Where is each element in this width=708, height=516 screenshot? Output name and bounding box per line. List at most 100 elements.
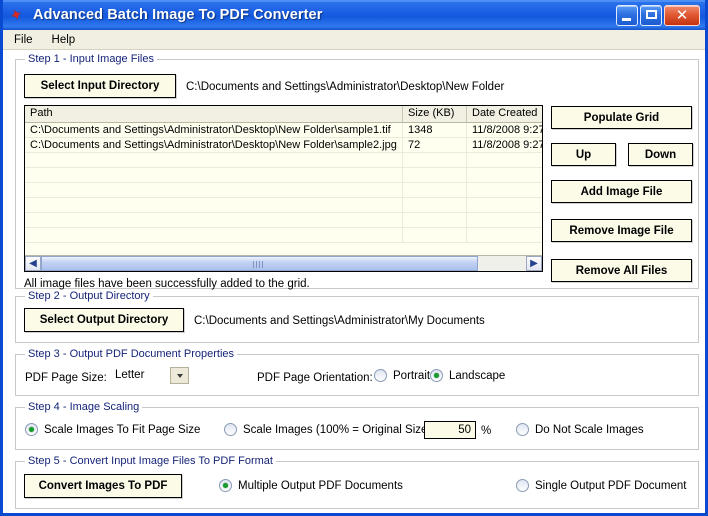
app-icon-glyph: ✦ [7,4,26,26]
minimize-button[interactable] [616,4,638,26]
cell-path [25,228,403,242]
cell-size [403,228,467,242]
radio-icon[interactable] [374,369,387,382]
scaling-radio-fit-page[interactable]: Scale Images To Fit Page Size [25,423,200,436]
down-button[interactable]: Down [628,143,693,166]
scroll-right-button[interactable]: ▶ [526,256,542,271]
scrollbar-thumb[interactable] [41,256,478,271]
cell-size [403,198,467,212]
table-row-empty[interactable] [25,168,542,183]
group-step2-legend: Step 2 - Output Directory [25,290,153,302]
input-directory-path: C:\Documents and Settings\Administrator\… [186,81,505,93]
cell-size [403,153,467,167]
table-row-empty[interactable] [25,228,542,243]
scrollbar-track[interactable] [41,256,526,271]
output-radio-multiple[interactable]: Multiple Output PDF Documents [219,479,403,492]
grid-header-path[interactable]: Path [25,106,403,122]
grid-header-size[interactable]: Size (KB) [403,106,467,122]
maximize-icon [646,9,657,19]
title-bar: ✦ Advanced Batch Image To PDF Converter … [3,0,705,30]
group-step1-legend: Step 1 - Input Image Files [25,53,157,65]
scaling-none-label: Do Not Scale Images [535,423,644,436]
status-message: All image files have been successfully a… [24,278,310,290]
orientation-portrait-label: Portrait [393,369,431,382]
page-size-combobox[interactable]: Letter [113,366,199,384]
select-output-directory-button[interactable]: Select Output Directory [24,308,184,332]
grid-body: C:\Documents and Settings\Administrator\… [25,123,542,243]
cell-date [467,183,542,197]
group-step3-legend: Step 3 - Output PDF Document Properties [25,348,238,360]
cell-date [467,153,542,167]
scaling-fit-page-label: Scale Images To Fit Page Size [44,423,201,436]
table-row-empty[interactable] [25,198,542,213]
scaling-radio-percent[interactable]: Scale Images (100% = Original Size) [224,423,431,436]
table-row-empty[interactable] [25,153,542,168]
grid-header-date[interactable]: Date Created [467,106,542,122]
output-directory-path: C:\Documents and Settings\Administrator\… [194,315,485,327]
group-step5-legend: Step 5 - Convert Input Image Files To PD… [25,455,276,467]
cell-date [467,228,542,242]
cell-path: C:\Documents and Settings\Administrator\… [25,138,403,152]
remove-all-files-button[interactable]: Remove All Files [551,259,692,282]
radio-icon[interactable] [430,369,443,382]
chevron-left-icon: ◀ [29,258,37,269]
group-step5: Step 5 - Convert Input Image Files To PD… [15,455,699,509]
cell-date: 11/8/2008 9:27 [472,124,543,136]
cell-size [403,213,467,227]
cell-date [467,198,542,212]
cell-path [25,198,403,212]
group-step3: Step 3 - Output PDF Document Properties … [15,348,699,396]
add-image-file-button[interactable]: Add Image File [551,180,692,203]
remove-image-file-button[interactable]: Remove Image File [551,219,692,242]
grid-horizontal-scrollbar[interactable]: ◀ ▶ [25,255,542,271]
input-files-grid[interactable]: Path Size (KB) Date Created C:\Documents… [24,105,543,272]
group-step1: Step 1 - Input Image Files Select Input … [15,53,699,290]
chevron-right-icon: ▶ [530,258,538,269]
select-input-directory-button[interactable]: Select Input Directory [24,74,176,98]
radio-icon[interactable] [224,423,237,436]
scroll-left-button[interactable]: ◀ [25,256,41,271]
convert-images-to-pdf-button[interactable]: Convert Images To PDF [24,474,182,498]
table-row-empty[interactable] [25,213,542,228]
cell-date [467,168,542,182]
page-size-value: Letter [115,369,145,381]
close-button[interactable]: ✕ [664,4,700,26]
grid-header-row: Path Size (KB) Date Created [25,106,542,123]
page-size-label: PDF Page Size: [25,372,107,384]
cell-path [25,168,403,182]
menu-item-help[interactable]: Help [50,32,84,48]
radio-icon[interactable] [516,479,529,492]
group-step4: Step 4 - Image Scaling Scale Images To F… [15,401,699,450]
table-row-empty[interactable] [25,183,542,198]
cell-path [25,183,403,197]
group-step2: Step 2 - Output Directory Select Output … [15,290,699,343]
cell-size: 1348 [403,123,467,137]
radio-icon[interactable] [219,479,232,492]
client-area: Step 1 - Input Image Files Select Input … [3,51,705,513]
table-row[interactable]: C:\Documents and Settings\Administrator\… [25,138,542,153]
up-button[interactable]: Up [551,143,616,166]
radio-icon[interactable] [25,423,38,436]
orientation-radio-landscape[interactable]: Landscape [430,369,505,382]
window-controls: ✕ [616,4,702,26]
cell-path [25,153,403,167]
table-row[interactable]: C:\Documents and Settings\Administrator\… [25,123,542,138]
orientation-radio-portrait[interactable]: Portrait [374,369,430,382]
menu-item-file[interactable]: File [12,32,41,48]
cell-size [403,168,467,182]
chevron-down-icon[interactable] [170,366,189,384]
maximize-button[interactable] [640,4,662,26]
radio-icon[interactable] [516,423,529,436]
application-window: ✦ Advanced Batch Image To PDF Converter … [0,0,708,516]
cell-date [467,213,542,227]
percent-symbol-label: % [481,425,492,437]
output-radio-single[interactable]: Single Output PDF Document [516,479,687,492]
orientation-landscape-label: Landscape [449,369,506,382]
scale-percent-input[interactable]: 50 [424,421,476,439]
cell-path [25,213,403,227]
app-icon: ✦ [7,4,27,26]
cell-size: 72 [403,138,467,152]
scaling-radio-none[interactable]: Do Not Scale Images [516,423,644,436]
output-single-label: Single Output PDF Document [535,479,687,492]
populate-grid-button[interactable]: Populate Grid [551,106,692,129]
